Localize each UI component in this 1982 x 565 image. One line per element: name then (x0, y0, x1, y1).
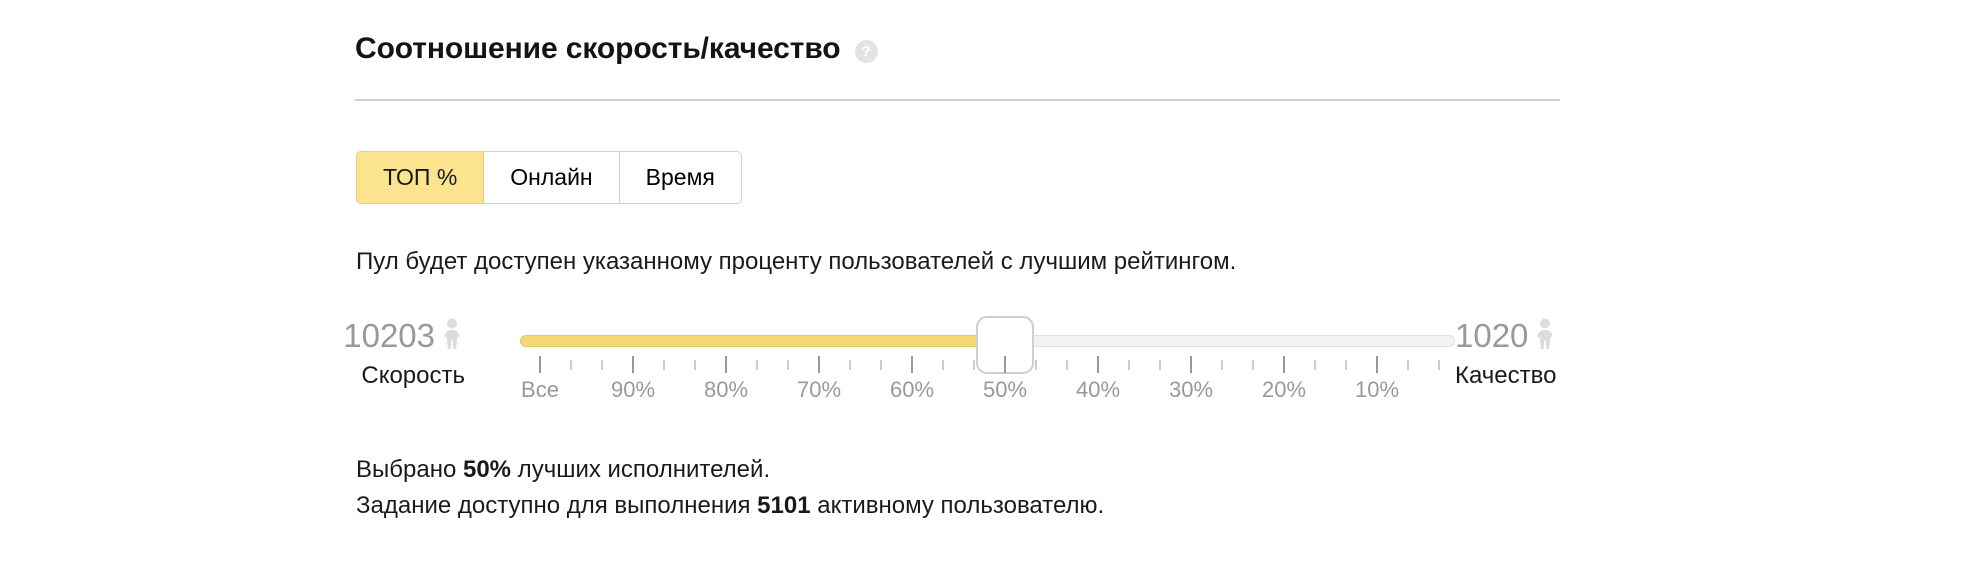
page-title: Соотношение скорость/качество (355, 32, 841, 65)
speed-value-row: 10203 (275, 315, 465, 357)
person-icon (439, 318, 465, 355)
slider-tick-label: 70% (796, 377, 842, 402)
slider-tick-minor (942, 360, 944, 370)
mode-tab-group: ТОП % Онлайн Время (356, 151, 742, 204)
summary-line1-suffix: лучших исполнителей. (511, 456, 771, 483)
speed-user-count: 10203 (343, 317, 435, 354)
slider-tick-major (1004, 356, 1006, 373)
speed-quality-slider-block: 10203 Скорость Все 90% 80% 70% 60% 50% 40% 30% 2… (343, 315, 1565, 410)
slider-tick-minor (1407, 360, 1409, 370)
slider-tick-minor (694, 360, 696, 370)
summary-selected-percent: 50% (462, 456, 512, 483)
slider-tick-minor (1252, 360, 1254, 370)
selection-summary: Выбрано 50% лучших исполнителей. Задание… (356, 452, 1104, 524)
slider-tick-minor (1128, 360, 1130, 370)
slider-tick-label: 60% (889, 377, 935, 402)
tab-top-percent[interactable]: ТОП % (356, 151, 485, 204)
tab-online[interactable]: Онлайн (484, 151, 620, 204)
slider-tick-minor (1159, 360, 1161, 370)
quality-label: Качество (1455, 362, 1557, 389)
slider-tick-minor (880, 360, 882, 370)
slider-tick-minor (1345, 360, 1347, 370)
slider-tick-major (539, 356, 541, 373)
summary-line1-prefix: Выбрано (356, 456, 463, 483)
slider-tick-minor (787, 360, 789, 370)
page-header: Соотношение скорость/качество ? (355, 31, 878, 67)
question-mark-icon[interactable]: ? (854, 39, 878, 63)
slider-tick-minor (1314, 360, 1316, 370)
slider-tick-major (911, 356, 913, 373)
slider-track-fill (520, 335, 1005, 347)
slider-tick-label: 30% (1168, 377, 1214, 402)
slider-tick-label: Все (521, 377, 559, 402)
speed-side-stat: 10203 Скорость (275, 315, 465, 391)
slider-tick-label: 50% (982, 377, 1028, 402)
tab-time[interactable]: Время (619, 151, 742, 204)
slider-tick-label: 40% (1075, 377, 1121, 402)
summary-line-available: Задание доступно для выполнения 5101 акт… (356, 488, 1104, 524)
slider-tick-major (818, 356, 820, 373)
slider-tick-label: 20% (1261, 377, 1307, 402)
summary-active-users-count: 5101 (757, 492, 811, 519)
slider-tick-minor (601, 360, 603, 370)
summary-line-selected: Выбрано 50% лучших исполнителей. (356, 452, 1104, 488)
slider-tick-major (1376, 356, 1378, 373)
slider-tick-minor (1438, 360, 1440, 370)
slider-tick-labels: Все 90% 80% 70% 60% 50% 40% 30% 20% 10% (520, 376, 1455, 406)
slider-tick-major (725, 356, 727, 373)
top-percent-slider[interactable]: Все 90% 80% 70% 60% 50% 40% 30% 20% 10% (520, 315, 1455, 410)
speed-label: Скорость (361, 362, 465, 389)
speed-quality-ratio-panel: Соотношение скорость/качество ? ТОП % Он… (0, 0, 1982, 565)
quality-user-count: 1020 (1455, 317, 1529, 354)
slider-tick-label: 80% (703, 377, 749, 402)
slider-tick-minor (1221, 360, 1223, 370)
slider-tick-minor (663, 360, 665, 370)
slider-tick-label: 10% (1354, 377, 1400, 402)
summary-line2-suffix: активному пользователю. (810, 492, 1105, 519)
slider-tick-major (1190, 356, 1192, 373)
slider-tick-marks (520, 356, 1455, 374)
slider-tick-minor (849, 360, 851, 370)
mode-description: Пул будет доступен указанному проценту п… (356, 248, 1237, 275)
slider-tick-minor (756, 360, 758, 370)
slider-tick-minor (973, 360, 975, 370)
person-icon (1532, 318, 1558, 355)
slider-tick-label: 90% (610, 377, 656, 402)
header-divider (355, 99, 1560, 101)
slider-tick-major (1097, 356, 1099, 373)
slider-tick-minor (1035, 360, 1037, 370)
slider-tick-minor (1066, 360, 1068, 370)
slider-tick-major (632, 356, 634, 373)
quality-value-row: 1020 (1455, 315, 1645, 357)
summary-line2-prefix: Задание доступно для выполнения (356, 492, 758, 519)
slider-tick-minor (570, 360, 572, 370)
quality-side-stat: 1020 Качество (1455, 315, 1645, 391)
slider-tick-major (1283, 356, 1285, 373)
